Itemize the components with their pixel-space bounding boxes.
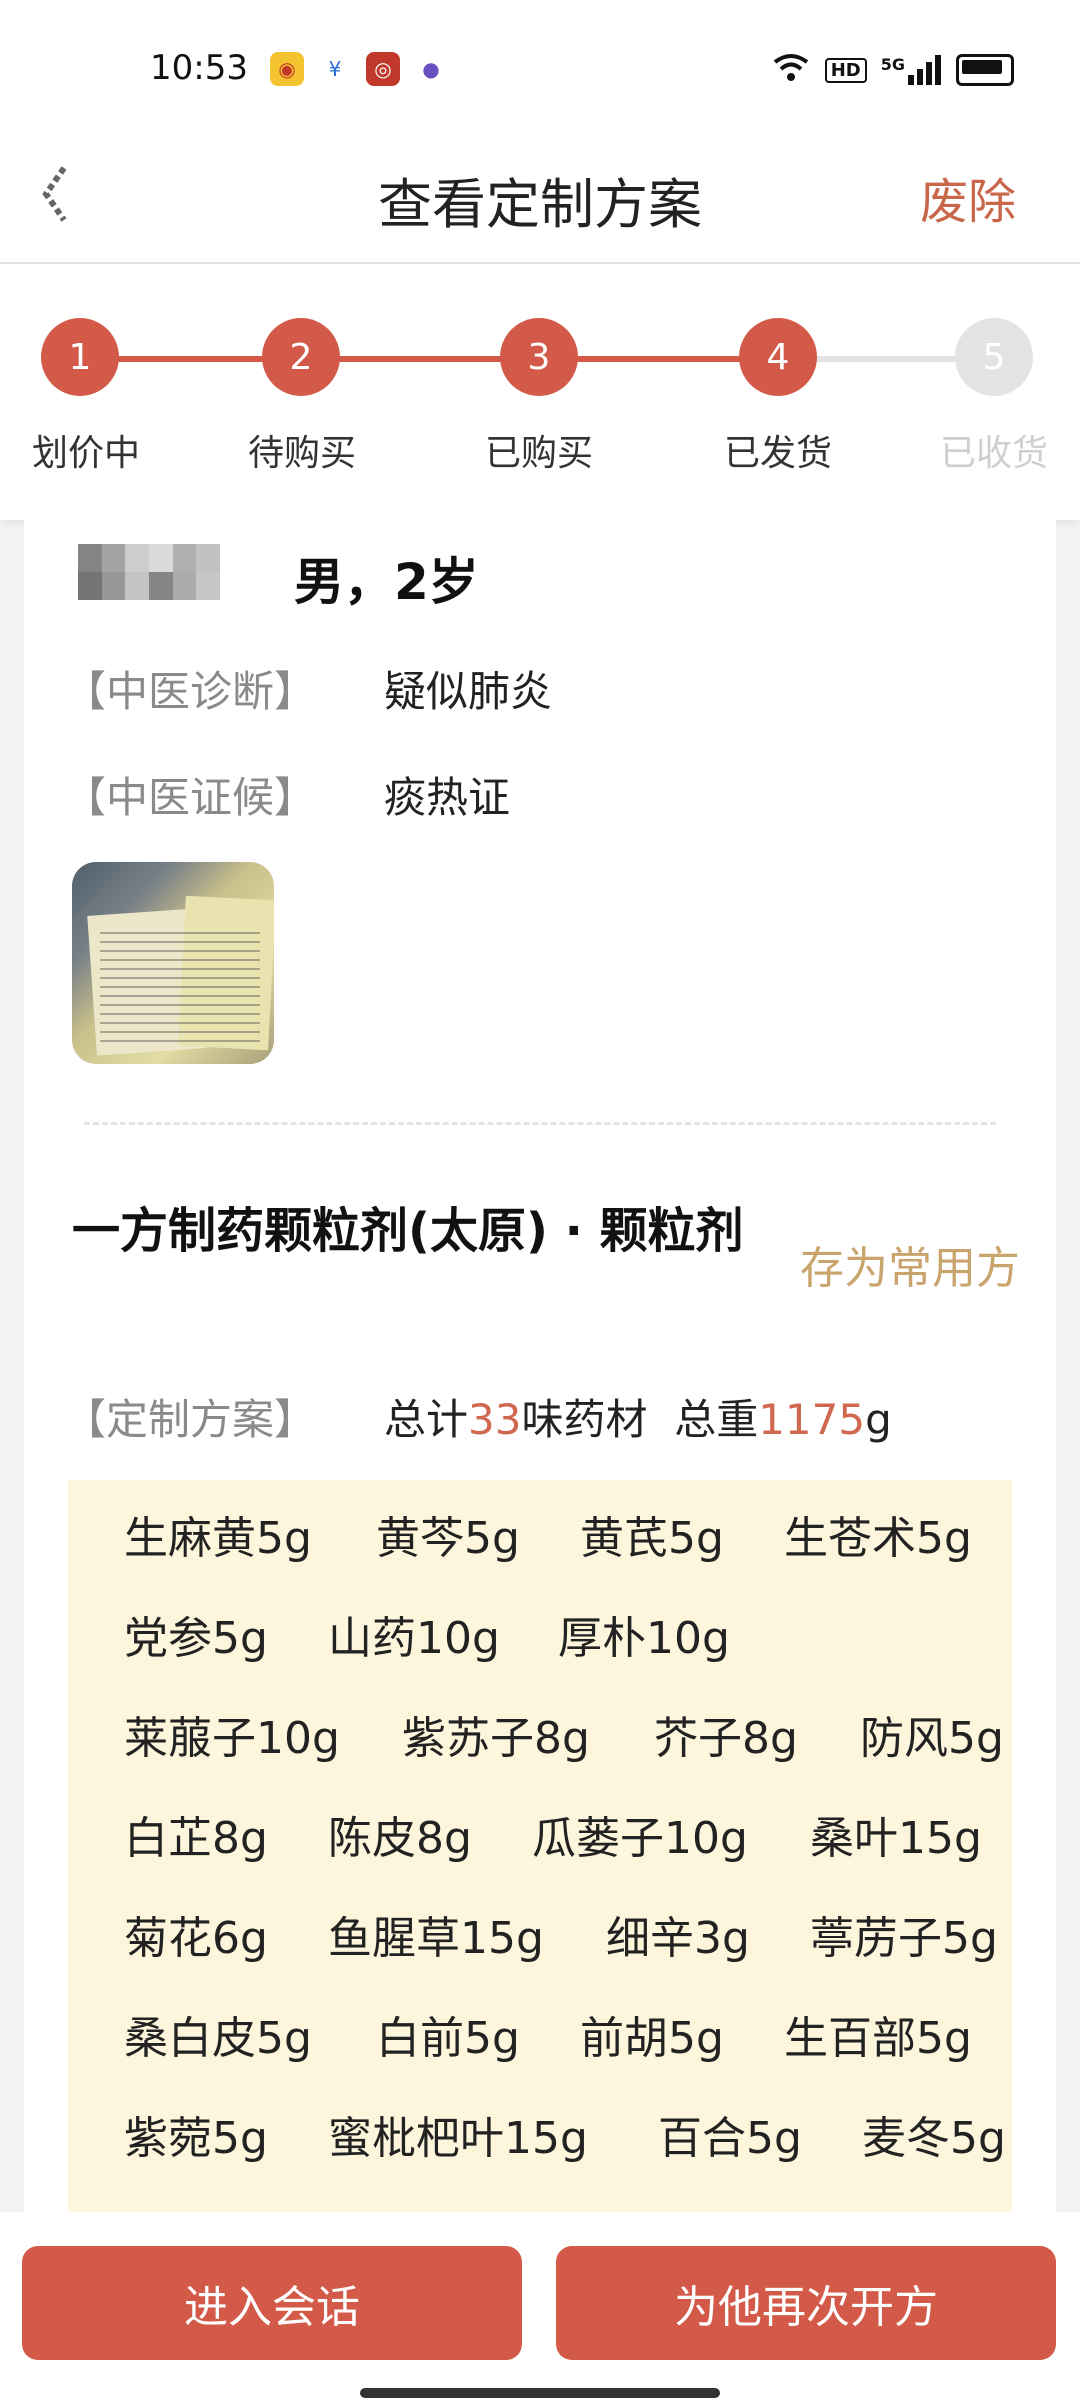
- herb-item: 山药10g: [328, 1613, 500, 1664]
- herb-item: 前胡5g: [580, 2013, 724, 2064]
- step-4-circle: 4: [739, 318, 817, 396]
- herb-row: 菊花6g 鱼腥草15g 细辛3g 葶苈子5g: [124, 1902, 998, 1966]
- syndrome-value: 痰热证: [384, 773, 511, 822]
- plan-label: 【定制方案】: [64, 1395, 317, 1444]
- herb-item: 百合5g: [658, 2113, 802, 2164]
- wifi-icon: [771, 52, 811, 88]
- diagnosis-label: 【中医诊断】: [64, 667, 317, 716]
- system-indicators: HD 5G: [771, 52, 1014, 88]
- hd-badge: HD: [824, 57, 867, 83]
- weibo-icon: ◉: [270, 52, 304, 86]
- herb-count: 33: [468, 1395, 522, 1444]
- progress-line-done: [80, 356, 776, 362]
- patient-gender-age: 男，2岁: [294, 553, 479, 611]
- herb-item: 细辛3g: [606, 1913, 750, 1964]
- herb-row: 白芷8g 陈皮8g 瓜蒌子10g 桑叶15g: [124, 1802, 982, 1866]
- herb-item: 菊花6g: [124, 1913, 268, 1964]
- herb-item: 白前5g: [376, 2013, 520, 2064]
- abolish-button[interactable]: 废除: [920, 162, 1016, 232]
- herb-item: 防风5g: [860, 1713, 1004, 1764]
- yuan-app-icon: ¥: [328, 57, 342, 81]
- herb-row: 党参5g 山药10g 厚朴10g: [124, 1602, 730, 1666]
- herb-item: 芥子8g: [654, 1713, 798, 1764]
- app-header: 查看定制方案 废除: [0, 140, 1080, 264]
- bottom-action-bar: 进入会话 为他再次开方: [0, 2212, 1080, 2400]
- herb-row: 生麻黄5g 黄芩5g 黄芪5g 生苍术5g: [124, 1502, 972, 1566]
- herb-item: 黄芪5g: [580, 1513, 724, 1564]
- herb-item: 生百部5g: [784, 2013, 972, 2064]
- herb-item: 葶苈子5g: [810, 1913, 998, 1964]
- herb-row: 桑白皮5g 白前5g 前胡5g 生百部5g: [124, 2002, 972, 2066]
- messenger-icon: ●: [422, 57, 440, 81]
- step-5-label: 已收货: [939, 433, 1048, 474]
- notification-icons: ◉ ¥ ◎ ●: [270, 52, 448, 86]
- herb-item: 麦冬5g: [862, 2113, 1006, 2164]
- diagnosis-row: 【中医诊断】 疑似肺炎: [64, 658, 552, 719]
- section-divider: [84, 1122, 996, 1125]
- herb-item: 桑白皮5g: [124, 2013, 312, 2064]
- syndrome-row: 【中医证候】 痰热证: [64, 764, 510, 825]
- herb-item: 厚朴10g: [558, 1613, 730, 1664]
- plan-summary-row: 【定制方案】 总计33味药材 总重1175g: [64, 1386, 892, 1447]
- represcribe-button[interactable]: 为他再次开方: [556, 2246, 1056, 2360]
- patient-name-blurred: [78, 544, 220, 600]
- step-4-label: 已发货: [723, 433, 832, 474]
- herb-item: 党参5g: [124, 1613, 268, 1664]
- save-as-favorite-button[interactable]: 存为常用方: [800, 1232, 1020, 1296]
- home-indicator[interactable]: [360, 2388, 720, 2398]
- step-1-label: 划价中: [31, 433, 140, 474]
- herb-item: 鱼腥草15g: [328, 1913, 544, 1964]
- step-1-circle: 1: [41, 318, 119, 396]
- bank-app-icon: ◎: [366, 52, 400, 86]
- herb-item: 紫菀5g: [124, 2113, 268, 2164]
- status-bar: 10:53 ◉ ¥ ◎ ● HD 5G: [0, 0, 1080, 140]
- battery-icon: [956, 54, 1014, 86]
- order-progress-stepper: 1 2 3 4 5 划价中 待购买 已购买 已发货 已收货: [0, 264, 1080, 520]
- status-time: 10:53: [150, 48, 248, 88]
- diagnosis-value: 疑似肺炎: [384, 667, 553, 716]
- step-5-circle: 5: [955, 318, 1033, 396]
- total-weight: 1175: [758, 1395, 866, 1444]
- herb-list: 生麻黄5g 黄芩5g 黄芪5g 生苍术5g 党参5g 山药10g 厚朴10g 莱菔子10g…: [68, 1480, 1012, 2212]
- plan-summary: 总计33味药材 总重1175g: [384, 1395, 892, 1444]
- herb-row: 紫菀5g 蜜枇杷叶15g 百合5g 麦冬5g: [124, 2102, 1006, 2166]
- step-2-circle: 2: [262, 318, 340, 396]
- herb-item: 蜜枇杷叶15g: [328, 2113, 588, 2164]
- herb-item: 黄芩5g: [376, 1513, 520, 1564]
- herb-item: 紫苏子8g: [402, 1713, 590, 1764]
- syndrome-label: 【中医证候】: [64, 773, 317, 822]
- step-2-label: 待购买: [247, 433, 356, 474]
- enter-chat-button[interactable]: 进入会话: [22, 2246, 522, 2360]
- herb-item: 瓜蒌子10g: [532, 1813, 748, 1864]
- pharmacy-name: 一方制药颗粒剂(太原) · 颗粒剂: [72, 1203, 744, 1259]
- herb-item: 桑叶15g: [810, 1813, 982, 1864]
- herb-item: 陈皮8g: [328, 1813, 472, 1864]
- signal-icon: 5G: [881, 55, 942, 85]
- page-title: 查看定制方案: [378, 173, 702, 236]
- herb-item: 莱菔子10g: [124, 1713, 340, 1764]
- medical-report-photo[interactable]: [72, 862, 274, 1064]
- herb-item: 白芷8g: [124, 1813, 268, 1864]
- herb-item: 生麻黄5g: [124, 1513, 312, 1564]
- prescription-card: 男，2岁 【中医诊断】 疑似肺炎 【中医证候】 痰热证 一方制药颗粒剂(太原) …: [24, 520, 1056, 2212]
- step-3-label: 已购买: [484, 433, 593, 474]
- herb-item: 生苍术5g: [784, 1513, 972, 1564]
- herb-row: 莱菔子10g 紫苏子8g 芥子8g 防风5g: [124, 1702, 1004, 1766]
- step-3-circle: 3: [500, 318, 578, 396]
